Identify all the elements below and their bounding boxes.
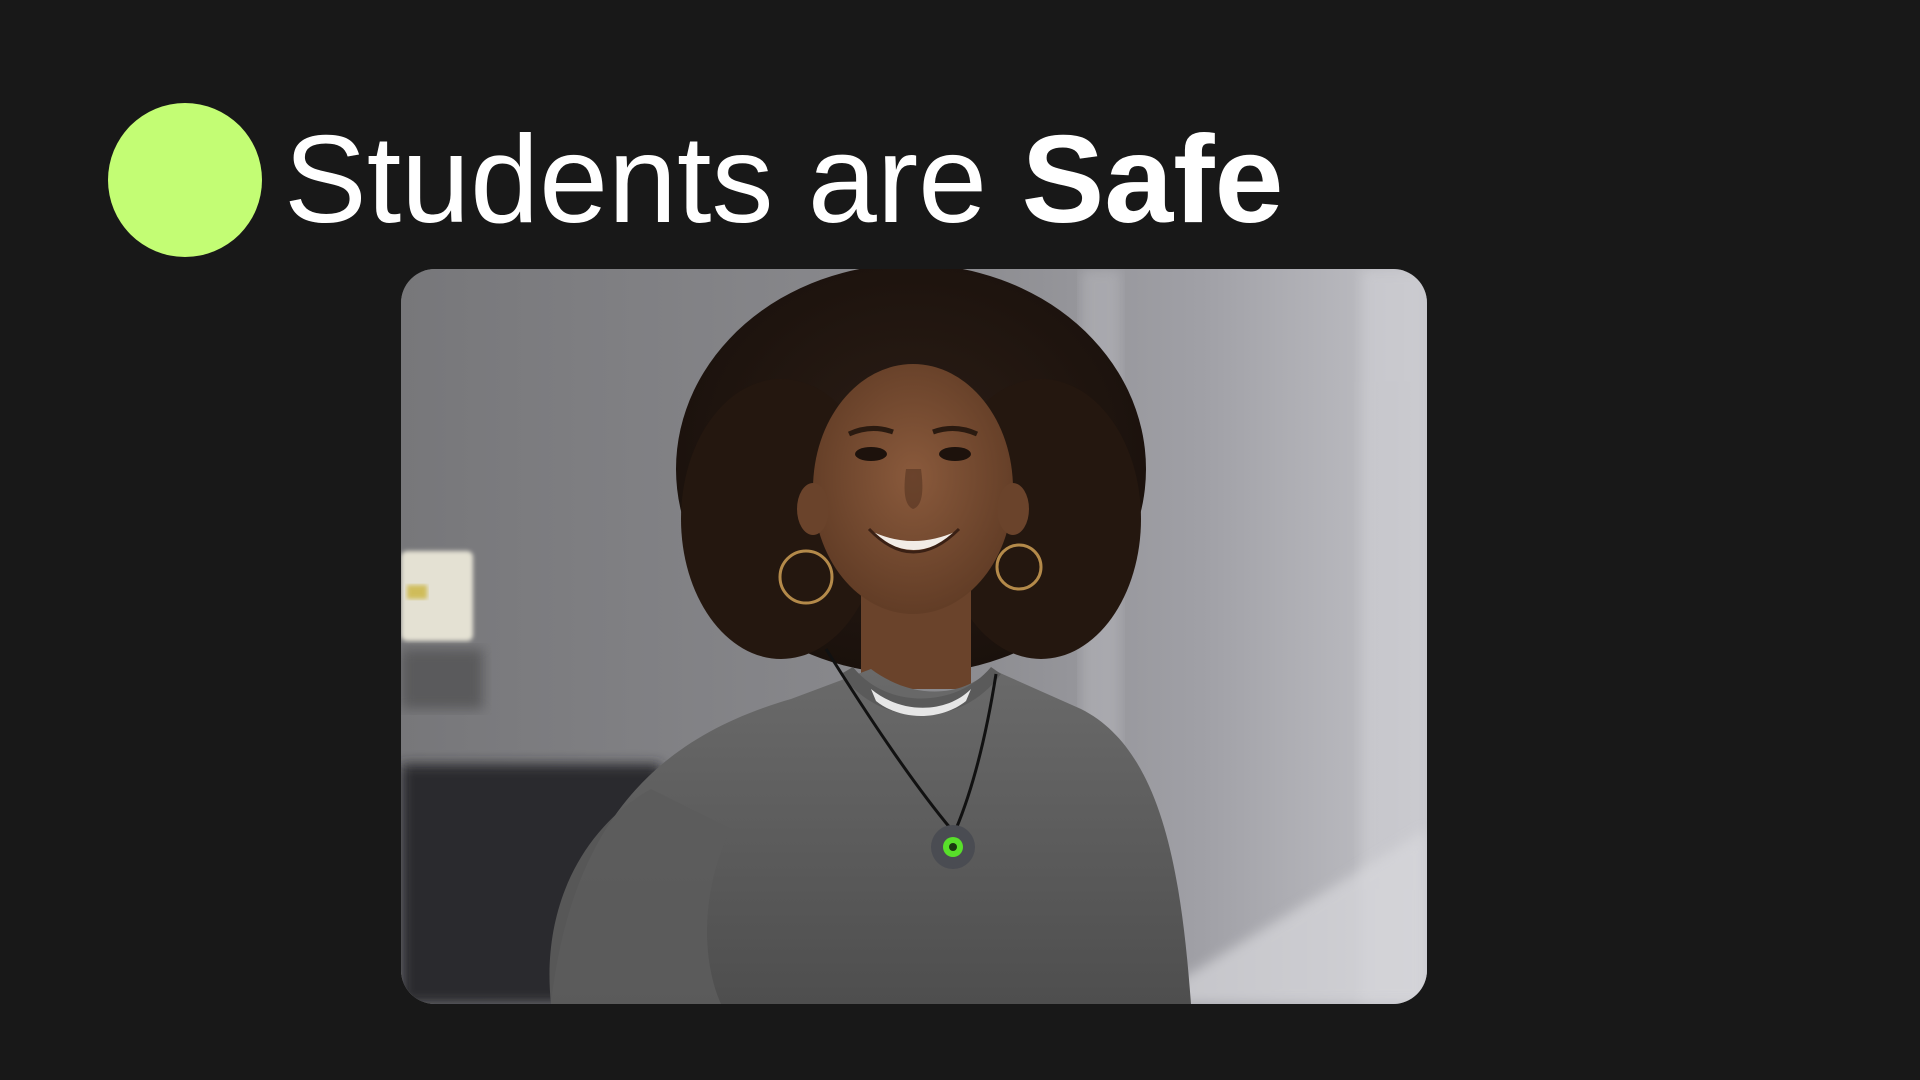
slide-title: Students are Safe	[284, 114, 1284, 246]
title-regular-text: Students are	[284, 111, 988, 249]
slide: Students are Safe	[0, 0, 1920, 1080]
title-bold-text: Safe	[1021, 111, 1284, 249]
photo-illustration	[401, 269, 1427, 1004]
accent-circle	[108, 103, 262, 257]
student-photo	[401, 269, 1427, 1004]
